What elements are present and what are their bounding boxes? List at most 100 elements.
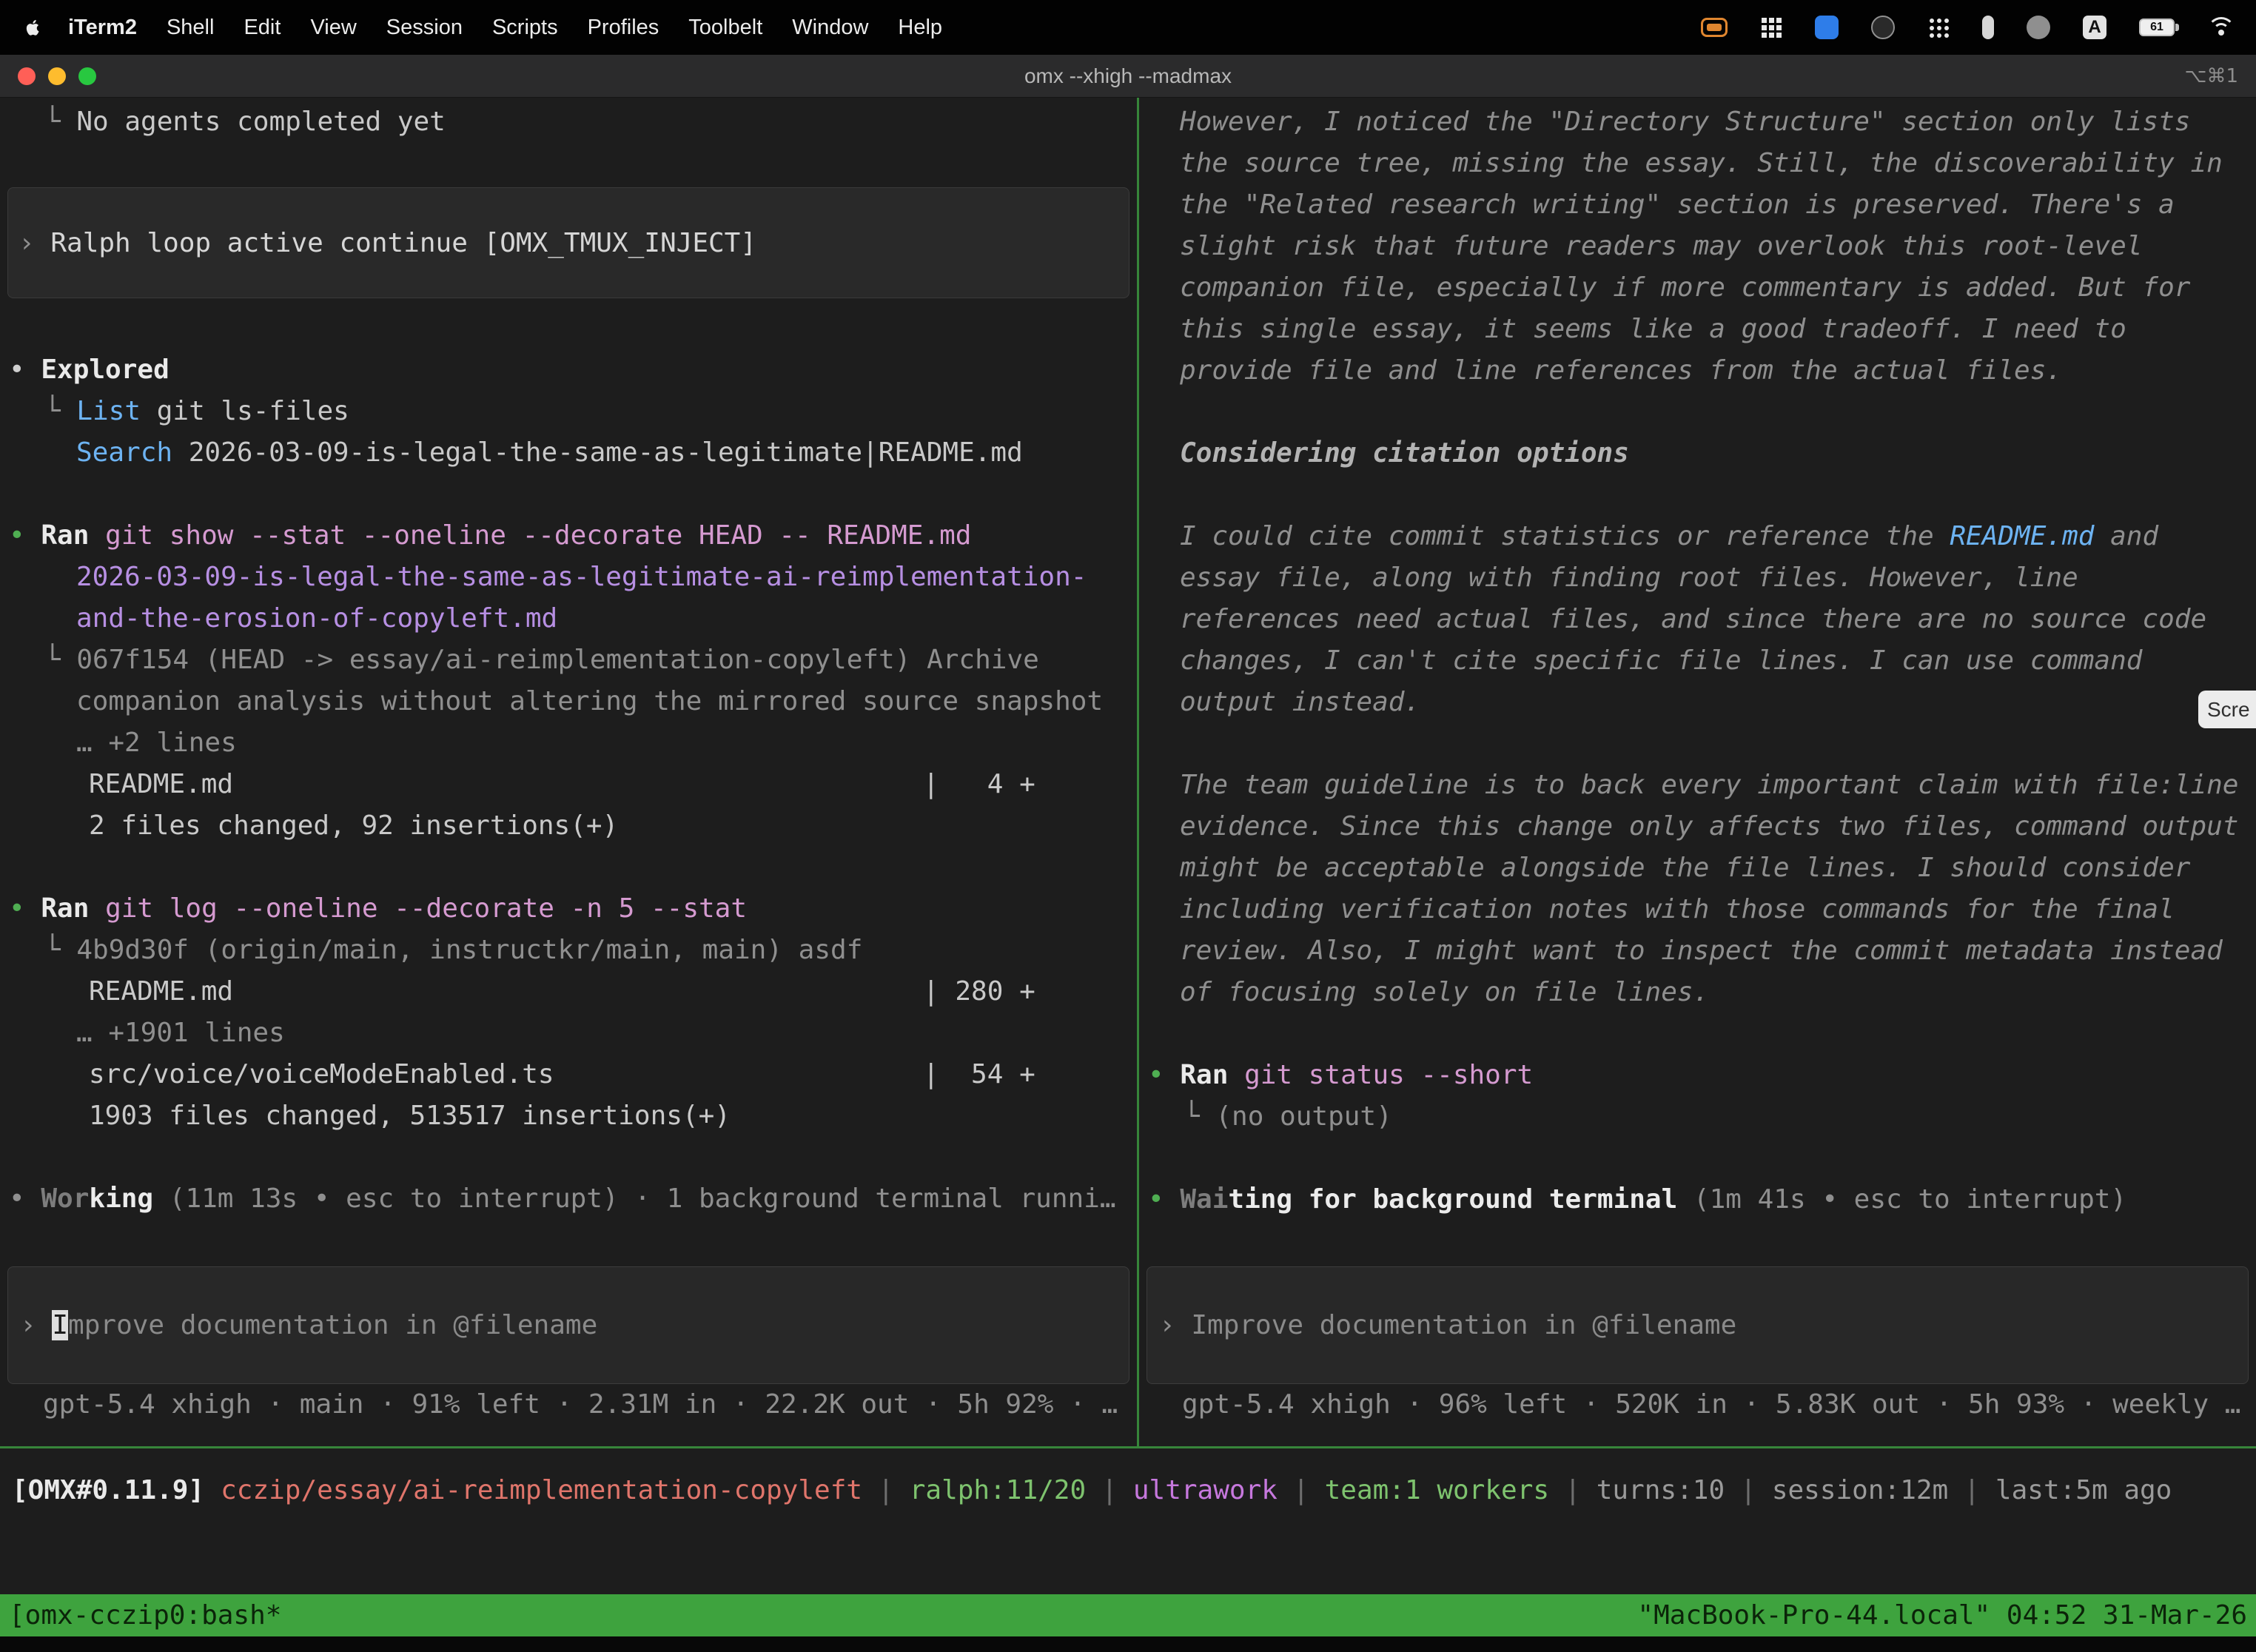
- window-shortcut: ⌥⌘1: [2184, 65, 2238, 87]
- thinking-paragraph-line: essay file, along with finding root file…: [1139, 557, 2256, 599]
- thinking-paragraph-line: of focusing solely on file lines.: [1139, 972, 2256, 1013]
- omx-status-bar: [OMX#0.11.9] cczip/essay/ai-reimplementat…: [0, 1470, 2256, 1511]
- omx-team: team:1 workers: [1325, 1475, 1549, 1505]
- pill-app-icon[interactable]: [1982, 16, 1994, 39]
- git-log-stat-1: README.md | 280 +: [0, 971, 1137, 1013]
- menu-item-shell[interactable]: Shell: [152, 16, 229, 40]
- explored-list-line: └ List git ls-files: [0, 391, 1137, 432]
- ran-git-show-line: • Ran git show --stat --oneline --decora…: [0, 515, 1137, 557]
- menu-item-session[interactable]: Session: [372, 16, 477, 40]
- thinking-paragraph-line: output instead.: [1139, 682, 2256, 723]
- right-terminal-pane[interactable]: However, I noticed the "Directory Struct…: [1139, 98, 2256, 1446]
- right-prompt-input[interactable]: › Improve documentation in @filename: [1147, 1266, 2249, 1384]
- menu-item-profiles[interactable]: Profiles: [573, 16, 674, 40]
- dots-grid-icon[interactable]: [1927, 16, 1950, 38]
- thinking-paragraph-line: companion file, especially if more comme…: [1139, 267, 2256, 309]
- close-button[interactable]: [18, 67, 36, 85]
- git-show-stat-1: README.md | 4 +: [0, 764, 1137, 805]
- menu-item-scripts[interactable]: Scripts: [477, 16, 573, 40]
- apple-menu[interactable]: [18, 15, 47, 40]
- explored-header: • Explored: [0, 349, 1137, 391]
- thinking-paragraph-line: I could cite commit statistics or refere…: [1139, 516, 2256, 557]
- omx-ralph-count: ralph:11/20: [910, 1475, 1086, 1505]
- omx-branch: cczip/essay/ai-reimplementation-copyleft: [221, 1475, 862, 1505]
- apple-icon: [21, 15, 44, 40]
- right-model-statusline: gpt-5.4 xhigh · 96% left · 520K in · 5.8…: [1139, 1384, 2256, 1426]
- thinking-paragraph-line: slight risk that future readers may over…: [1139, 226, 2256, 267]
- input-source-icon[interactable]: A: [2083, 16, 2106, 39]
- thinking-paragraph-line: including verification notes with those …: [1139, 889, 2256, 930]
- blank-line: [1139, 392, 2256, 433]
- blank-line: [0, 847, 1137, 888]
- thinking-paragraph-line: references need actual files, and since …: [1139, 599, 2256, 640]
- explored-search-line: Search 2026-03-09-is-legal-the-same-as-l…: [0, 432, 1137, 474]
- blank-line: [0, 1137, 1137, 1178]
- pane-divider-horizontal[interactable]: [0, 1446, 2256, 1448]
- thinking-paragraph-line: evidence. Since this change only affects…: [1139, 806, 2256, 847]
- blue-app-icon[interactable]: [1815, 16, 1839, 39]
- blank-line: [1139, 1138, 2256, 1179]
- working-status-line: • Working (11m 13s • esc to interrupt) ·…: [0, 1178, 1137, 1220]
- battery-nub: [2175, 24, 2179, 31]
- battery-percent: 61: [2141, 20, 2173, 35]
- thinking-paragraph-line: this single essay, it seems like a good …: [1139, 309, 2256, 350]
- thinking-paragraph-line: provide file and line references from th…: [1139, 350, 2256, 392]
- omx-session-time: session:12m: [1772, 1475, 1948, 1505]
- blank-line: [1139, 474, 2256, 516]
- git-show-file-line-2: and-the-erosion-of-copyleft.md: [0, 598, 1137, 639]
- thinking-paragraph-line: the "Related research writing" section i…: [1139, 184, 2256, 226]
- git-show-output-2: companion analysis without altering the …: [0, 681, 1137, 722]
- omx-version: [OMX#0.11.9]: [12, 1475, 204, 1505]
- battery-icon[interactable]: 61: [2139, 19, 2175, 36]
- menu-item-toolbelt[interactable]: Toolbelt: [674, 16, 777, 40]
- menu-item-edit[interactable]: Edit: [229, 16, 295, 40]
- thinking-heading: Considering citation options: [1139, 433, 2256, 474]
- omx-last-activity: last:5m ago: [1995, 1475, 2172, 1505]
- grid-app-icon[interactable]: [1760, 16, 1782, 38]
- ralph-loop-banner: › Ralph loop active continue [OMX_TMUX_I…: [7, 187, 1129, 298]
- screen-recording-indicator-icon[interactable]: [1701, 18, 1728, 37]
- menu-item-window[interactable]: Window: [777, 16, 883, 40]
- menu-item-help[interactable]: Help: [883, 16, 957, 40]
- git-log-stat-3: 1903 files changed, 513517 insertions(+): [0, 1095, 1137, 1137]
- left-prompt-input[interactable]: › Improve documentation in @filename: [7, 1266, 1129, 1384]
- menu-item-iterm2[interactable]: iTerm2: [53, 16, 152, 40]
- agents-note-line: └ No agents completed yet: [0, 101, 1137, 143]
- git-log-output-2: … +1901 lines: [0, 1013, 1137, 1054]
- thinking-paragraph-line: The team guideline is to back every impo…: [1139, 765, 2256, 806]
- text-cursor: I: [52, 1310, 68, 1340]
- left-terminal-pane[interactable]: └ No agents completed yet › Ralph loop a…: [0, 98, 1137, 1446]
- tmux-host-clock: "MacBook-Pro-44.local" 04:52 31-Mar-26: [1637, 1600, 2247, 1631]
- omx-mode: ultrawork: [1133, 1475, 1278, 1505]
- avatar-icon[interactable]: [2027, 16, 2050, 39]
- git-show-output-3: … +2 lines: [0, 722, 1137, 764]
- git-show-output-1: └ 067f154 (HEAD -> essay/ai-reimplementa…: [0, 639, 1137, 681]
- zoom-button[interactable]: [78, 67, 96, 85]
- dark-circle-app-icon[interactable]: [1871, 16, 1895, 39]
- ran-git-log-line: • Ran git log --oneline --decorate -n 5 …: [0, 888, 1137, 930]
- screen-share-overlay-button[interactable]: Scre: [2198, 691, 2256, 728]
- readme-link[interactable]: README.md: [1950, 521, 2094, 551]
- wifi-icon[interactable]: [2207, 17, 2235, 38]
- menubar-status-icons: A 61: [1701, 16, 2238, 39]
- git-log-stat-2: src/voice/voiceModeEnabled.ts | 54 +: [0, 1054, 1137, 1095]
- window-titlebar: omx --xhigh --madmax ⌥⌘1: [0, 55, 2256, 98]
- tmux-status-bar: [omx-cczip0:bash* "MacBook-Pro-44.local"…: [0, 1594, 2256, 1636]
- minimize-button[interactable]: [48, 67, 66, 85]
- menu-item-view[interactable]: View: [295, 16, 371, 40]
- left-model-statusline: gpt-5.4 xhigh · main · 91% left · 2.31M …: [0, 1384, 1137, 1426]
- blank-line: [1139, 723, 2256, 765]
- menubar-menus: iTerm2 Shell Edit View Session Scripts P…: [18, 15, 957, 40]
- git-show-file-line-1: 2026-03-09-is-legal-the-same-as-legitima…: [0, 557, 1137, 598]
- git-status-output: └ (no output): [1139, 1096, 2256, 1138]
- tmux-session-window[interactable]: [omx-cczip0:bash*: [9, 1600, 281, 1631]
- omx-turns: turns:10: [1597, 1475, 1725, 1505]
- thinking-paragraph-line: might be acceptable alongside the file l…: [1139, 847, 2256, 889]
- thinking-paragraph-line: review. Also, I might want to inspect th…: [1139, 930, 2256, 972]
- menubar: iTerm2 Shell Edit View Session Scripts P…: [0, 0, 2256, 55]
- pane-divider-vertical[interactable]: [1137, 98, 1139, 1446]
- blank-line: [1139, 1013, 2256, 1055]
- git-show-stat-2: 2 files changed, 92 insertions(+): [0, 805, 1137, 847]
- bottom-filler: [0, 1636, 2256, 1652]
- thinking-paragraph-line: However, I noticed the "Directory Struct…: [1139, 101, 2256, 143]
